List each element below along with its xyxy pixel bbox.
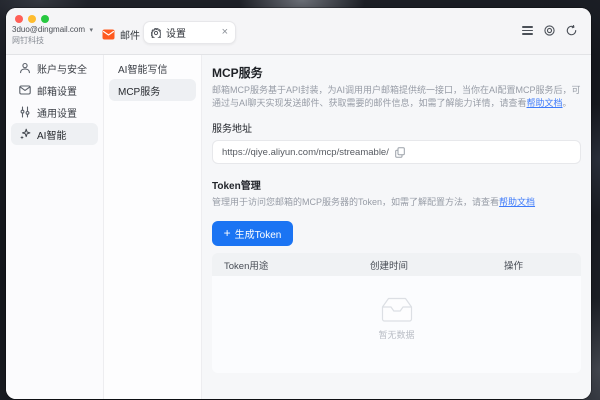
subnav-item-label: AI智能写信: [118, 64, 168, 76]
mcp-service-panel: MCP服务 邮箱MCP服务基于API封装，为AI调用用户邮箱提供统一接口，当你在…: [202, 55, 591, 399]
minimize-window-button[interactable]: [28, 15, 36, 23]
gear-icon: [151, 27, 161, 38]
generate-token-button[interactable]: + 生成Token: [212, 221, 293, 246]
sidebar-item-account-security[interactable]: 账户与安全: [11, 57, 98, 79]
column-header-token-purpose: Token用途: [224, 260, 269, 272]
generate-token-label: 生成Token: [234, 230, 282, 241]
tab-settings-label: 设置: [166, 29, 186, 40]
titlebar-actions: [522, 25, 577, 36]
account-switcher[interactable]: 3duo@dingmail.com ▾ 网钉科技: [12, 23, 93, 46]
sync-icon[interactable]: [566, 25, 577, 36]
subnav-item-label: MCP服务: [118, 86, 161, 98]
token-description-text: 管理用于访问您邮箱的MCP服务器的Token，如需了解配置方法，请查看: [212, 197, 500, 207]
sidebar-item-mailbox-settings[interactable]: 邮箱设置: [11, 79, 98, 101]
mail-settings-icon: [19, 85, 31, 95]
sidebar-item-general-settings[interactable]: 通用设置: [11, 101, 98, 123]
tab-settings[interactable]: 设置 ×: [143, 21, 236, 44]
zoom-window-button[interactable]: [41, 15, 49, 23]
app-window: 3duo@dingmail.com ▾ 网钉科技 邮件 设置 × 账户与安全 邮…: [6, 8, 591, 399]
close-tab-icon[interactable]: ×: [222, 27, 228, 38]
account-email: 3duo@dingmail.com: [12, 25, 86, 34]
token-help-doc-link[interactable]: 帮助文档: [499, 197, 535, 207]
plus-icon: +: [223, 226, 231, 240]
tab-mail[interactable]: 邮件: [102, 27, 140, 42]
sliders-icon: [20, 106, 30, 118]
ai-subnav: AI智能写信 MCP服务: [104, 55, 202, 399]
empty-text: 暂无数据: [378, 330, 415, 340]
token-table-header: Token用途 创建时间 操作: [212, 253, 581, 276]
token-table: Token用途 创建时间 操作 暂无数据: [212, 253, 581, 373]
sidebar-item-label: 账户与安全: [37, 64, 87, 76]
subnav-item-mcp-service[interactable]: MCP服务: [109, 79, 196, 101]
token-section-title: Token管理: [212, 181, 261, 192]
tab-mail-label: 邮件: [120, 31, 140, 42]
service-address-field[interactable]: https://qiye.aliyun.com/mcp/streamable/: [212, 140, 581, 164]
page-title: MCP服务: [212, 66, 263, 80]
traffic-lights: [15, 15, 49, 23]
mcp-description: 邮箱MCP服务基于API封装，为AI调用用户邮箱提供统一接口，当你在AI配置MC…: [212, 84, 581, 110]
service-address-label: 服务地址: [212, 124, 252, 135]
close-window-button[interactable]: [15, 15, 23, 23]
person-icon: [20, 62, 30, 74]
sidebar-item-ai[interactable]: AI智能: [11, 123, 98, 145]
titlebar: 3duo@dingmail.com ▾ 网钉科技 邮件 设置 ×: [6, 8, 591, 55]
service-address-value: https://qiye.aliyun.com/mcp/streamable/: [222, 146, 389, 158]
empty-box-icon: [381, 297, 412, 322]
ai-sparkle-icon: [20, 128, 31, 140]
help-doc-link[interactable]: 帮助文档: [527, 98, 563, 108]
menu-icon[interactable]: [522, 26, 533, 35]
sidebar-item-label: AI智能: [37, 130, 67, 142]
settings-sidebar: 账户与安全 邮箱设置 通用设置 AI智能: [6, 55, 104, 399]
sidebar-item-label: 邮箱设置: [37, 86, 77, 98]
account-company: 网钉科技: [12, 36, 44, 45]
token-description: 管理用于访问您邮箱的MCP服务器的Token，如需了解配置方法，请查看帮助文档: [212, 196, 581, 209]
mail-icon: [102, 29, 115, 40]
subnav-item-ai-writing[interactable]: AI智能写信: [109, 57, 196, 79]
sidebar-item-label: 通用设置: [37, 108, 77, 120]
mcp-description-period: 。: [562, 98, 572, 108]
column-header-actions: 操作: [504, 260, 524, 272]
caret-down-icon: ▾: [89, 27, 94, 34]
theme-icon[interactable]: [544, 25, 555, 36]
mcp-description-text: 邮箱MCP服务基于API封装，为AI调用用户邮箱提供统一接口，当你在AI配置MC…: [212, 85, 581, 108]
copy-icon[interactable]: [395, 146, 405, 158]
column-header-created-time: 创建时间: [370, 260, 409, 272]
window-body: 账户与安全 邮箱设置 通用设置 AI智能 AI智能写信 MCP服务 MCP服务 …: [6, 55, 591, 399]
token-table-empty-state: 暂无数据: [212, 276, 581, 373]
